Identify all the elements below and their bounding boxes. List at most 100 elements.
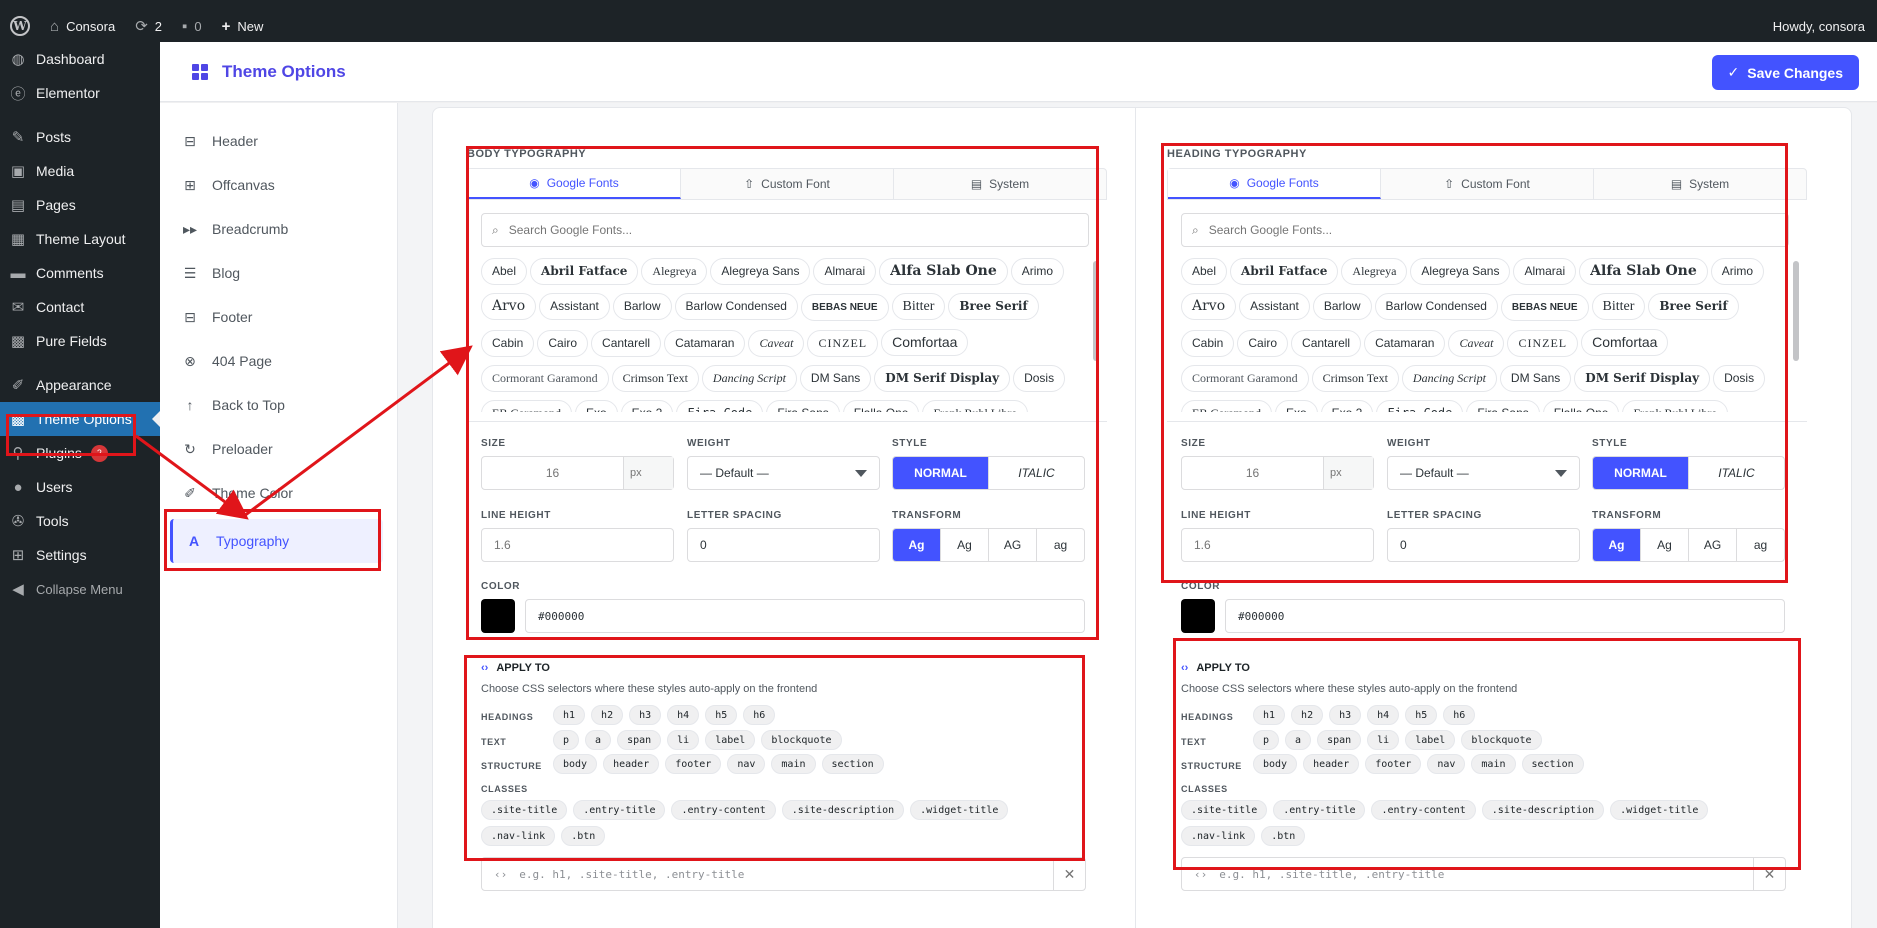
collapse-menu-button[interactable]: ◀ Collapse Menu [0, 572, 160, 606]
font-chip[interactable]: Abril Fatface [1230, 258, 1339, 285]
font-chip[interactable]: Arvo [481, 293, 537, 320]
font-chip[interactable]: Caveat [1448, 330, 1505, 357]
font-chip[interactable]: Dosis [1713, 365, 1766, 392]
font-chip[interactable]: Dancing Script [701, 365, 797, 392]
font-chip[interactable]: Alfa Slab One [1579, 258, 1708, 285]
font-chip[interactable]: Flalla One [842, 400, 920, 412]
selector-tag[interactable]: h4 [667, 705, 700, 725]
selector-tag[interactable]: main [1471, 754, 1516, 774]
font-chip[interactable]: Abel [481, 258, 528, 285]
my-account-link[interactable]: Howdy, consora [1763, 10, 1877, 42]
font-list-scrollbar[interactable] [1793, 261, 1799, 361]
menu-dashboard[interactable]: ◍ Dashboard [0, 42, 160, 76]
font-chip[interactable]: Assistant [539, 293, 610, 320]
font-chip[interactable]: DM Sans [799, 365, 872, 392]
weight-select[interactable]: — Default — [1387, 456, 1580, 490]
transform-uppercase-button[interactable]: AG [989, 529, 1037, 561]
selector-tag[interactable]: .entry-title [1273, 800, 1366, 820]
comments-link[interactable]: ▪ 0 [172, 10, 212, 42]
selector-tag[interactable]: li [667, 730, 700, 750]
font-chip[interactable]: Bitter [891, 293, 946, 320]
font-chip[interactable]: Frank Ruhl Libre [922, 400, 1028, 412]
font-chip[interactable]: Fira Code [1376, 400, 1464, 412]
selector-tag[interactable]: label [705, 730, 756, 750]
nav-theme-color[interactable]: ✐ Theme Color [160, 471, 397, 515]
font-chip[interactable]: Alegreya Sans [1410, 258, 1511, 285]
font-chip[interactable]: Crimson Text [611, 365, 699, 392]
font-chip[interactable]: Cairo [1237, 330, 1289, 357]
menu-pure-fields[interactable]: ▩ Pure Fields [0, 324, 160, 358]
font-chip[interactable]: Flalla One [1542, 400, 1620, 412]
font-chip[interactable]: Arimo [1010, 258, 1065, 285]
font-chip[interactable]: Almarai [1513, 258, 1577, 285]
selector-tag[interactable]: h1 [1253, 705, 1286, 725]
tab-custom-font[interactable]: ⇧ Custom Font [681, 169, 894, 199]
font-chip[interactable]: Cabin [481, 330, 535, 357]
menu-contact[interactable]: ✉ Contact [0, 290, 160, 324]
transform-lowercase-button[interactable]: ag [1737, 529, 1784, 561]
nav-typography[interactable]: A Typography [170, 519, 383, 563]
selector-tag[interactable]: h6 [1443, 705, 1476, 725]
selector-tag[interactable]: .entry-content [671, 800, 776, 820]
font-chip[interactable]: Dancing Script [1401, 365, 1497, 392]
menu-plugins[interactable]: ⚲ Plugins 2 [0, 436, 160, 470]
selector-tag[interactable]: .entry-content [1371, 800, 1476, 820]
font-chip[interactable]: Arimo [1710, 258, 1765, 285]
font-chip[interactable]: Exo [1274, 400, 1318, 412]
font-search-input[interactable]: ⌕ Search Google Fonts... [481, 213, 1089, 247]
font-chip[interactable]: Exo 2 [620, 400, 674, 412]
selector-tag[interactable]: blockquote [1461, 730, 1542, 750]
font-chip[interactable]: Dosis [1013, 365, 1066, 392]
selector-tag[interactable]: header [603, 754, 660, 774]
menu-media[interactable]: ▣ Media [0, 154, 160, 188]
selector-tag[interactable]: .site-description [1481, 800, 1605, 820]
updates-link[interactable]: ⟳ 2 [125, 10, 172, 42]
selector-tag[interactable]: header [1303, 754, 1360, 774]
font-chip[interactable]: Catamaran [1364, 330, 1446, 357]
font-chip[interactable]: Bree Serif [948, 293, 1039, 320]
font-chip[interactable]: Assistant [1239, 293, 1310, 320]
nav-offcanvas[interactable]: ⊞ Offcanvas [160, 163, 397, 207]
transform-none-button[interactable]: Ag [1593, 529, 1641, 561]
font-chip[interactable]: Fira Sans [766, 400, 840, 412]
font-chip[interactable]: BEBAS NEUE [800, 294, 889, 321]
font-chip[interactable]: Cairo [537, 330, 589, 357]
font-chip[interactable]: Barlow Condensed [674, 293, 798, 320]
tab-system[interactable]: ▤ System [1594, 169, 1806, 199]
letter-spacing-input[interactable]: 0 [687, 528, 880, 562]
selector-tag[interactable]: h3 [629, 705, 662, 725]
font-chip[interactable]: Crimson Text [1311, 365, 1399, 392]
style-italic-button[interactable]: ITALIC [989, 457, 1084, 489]
style-italic-button[interactable]: ITALIC [1689, 457, 1784, 489]
selector-tag[interactable]: blockquote [761, 730, 842, 750]
nav-back-to-top[interactable]: ↑ Back to Top [160, 383, 397, 427]
site-name-link[interactable]: ⌂ Consora [40, 10, 125, 42]
selector-tag[interactable]: h5 [1405, 705, 1438, 725]
selector-tag[interactable]: footer [665, 754, 722, 774]
nav-footer[interactable]: ⊟ Footer [160, 295, 397, 339]
transform-capitalize-button[interactable]: Ag [1641, 529, 1689, 561]
color-swatch[interactable] [481, 599, 515, 633]
letter-spacing-input[interactable]: 0 [1387, 528, 1580, 562]
selector-tag[interactable]: footer [1365, 754, 1422, 774]
save-changes-button[interactable]: ✓ Save Changes [1711, 55, 1859, 90]
selector-tag[interactable]: section [1521, 754, 1584, 774]
font-chip[interactable]: DM Sans [1499, 365, 1572, 392]
selector-tag[interactable]: .btn [561, 826, 606, 846]
nav-blog[interactable]: ☰ Blog [160, 251, 397, 295]
selector-tag[interactable]: main [771, 754, 816, 774]
menu-settings[interactable]: ⊞ Settings [0, 538, 160, 572]
font-chip[interactable]: Exo [574, 400, 618, 412]
menu-comments[interactable]: ▬ Comments [0, 256, 160, 290]
selector-tag[interactable]: .nav-link [481, 826, 556, 846]
wp-logo-menu[interactable]: W [0, 10, 40, 42]
color-hex-input[interactable]: #000000 [525, 599, 1085, 633]
transform-lowercase-button[interactable]: ag [1037, 529, 1084, 561]
font-chip[interactable]: EB Garamond [1181, 400, 1272, 412]
font-chip[interactable]: DM Serif Display [874, 365, 1011, 392]
selector-tag[interactable]: body [1253, 754, 1298, 774]
selector-tag[interactable]: .site-title [481, 800, 568, 820]
font-chip[interactable]: Arvo [1181, 293, 1237, 320]
font-list-scrollbar[interactable] [1093, 261, 1099, 361]
font-chip[interactable]: Alegreya [1341, 258, 1408, 285]
